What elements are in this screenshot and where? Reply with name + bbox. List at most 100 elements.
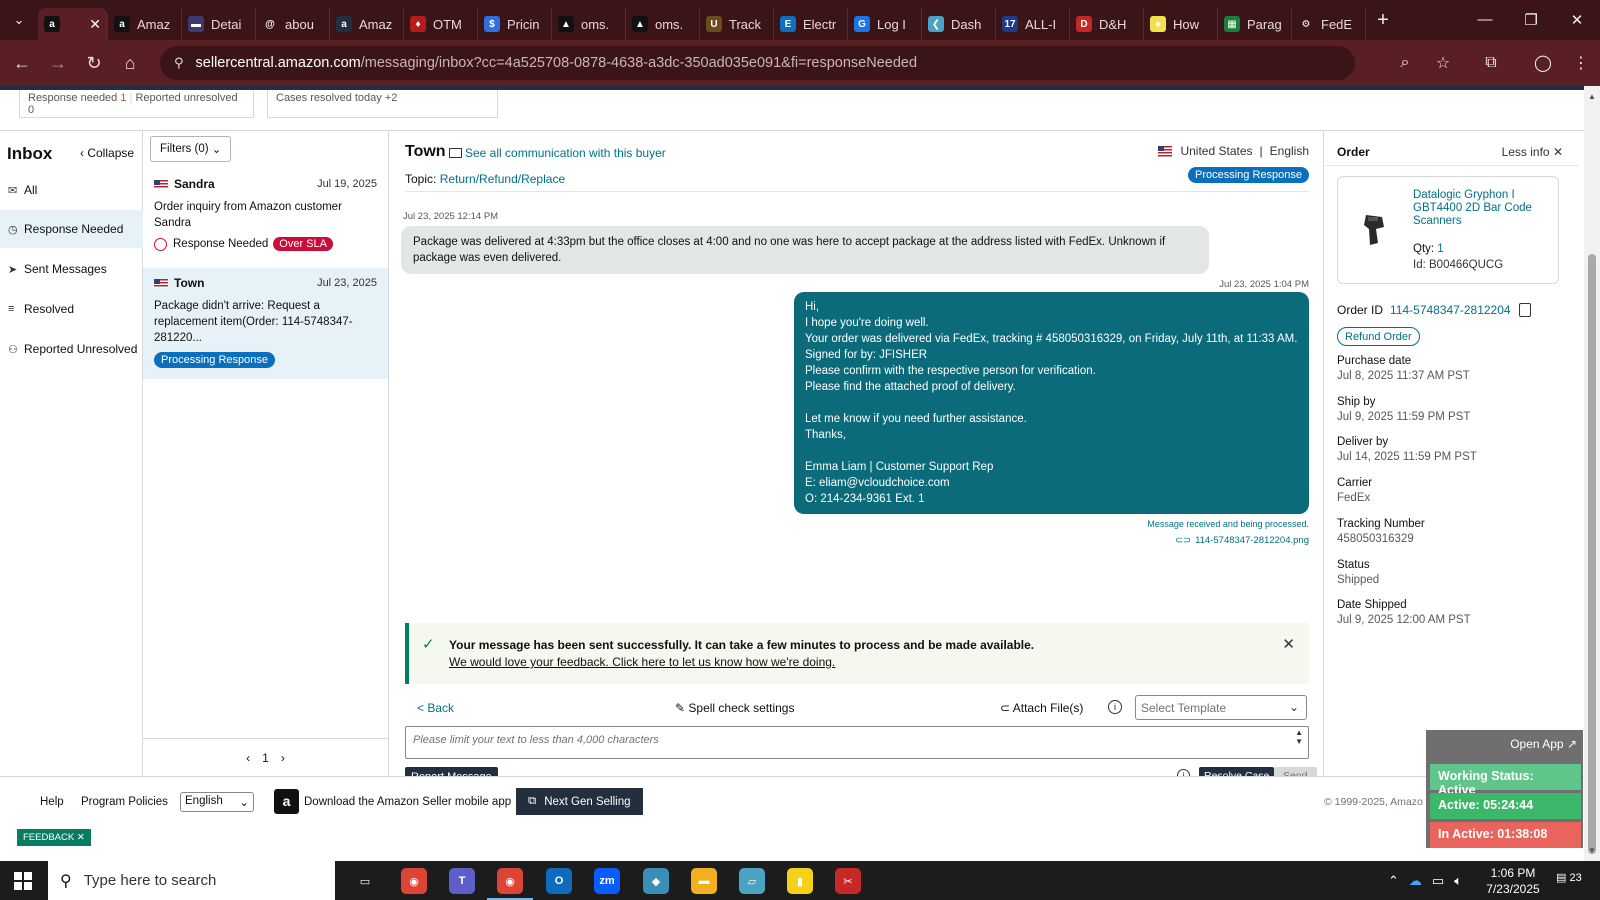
browser-tab[interactable]: a Amaz <box>108 8 182 40</box>
browser-tab[interactable]: $ Pricin <box>478 8 552 40</box>
browser-tab[interactable]: ▲ oms. <box>552 8 626 40</box>
more-menu-icon[interactable]: ⋮ <box>1562 53 1600 73</box>
close-tab-icon[interactable]: ✕ <box>89 16 101 33</box>
back-link[interactable]: < Back <box>417 701 454 715</box>
info-icon[interactable]: i <box>1108 700 1122 714</box>
browser-tab[interactable]: ⚙ FedE <box>1292 8 1366 40</box>
zoom-icon[interactable]: ⌕ <box>1386 54 1424 72</box>
program-policies-link[interactable]: Program Policies <box>81 796 168 808</box>
forward-icon[interactable]: → <box>40 53 76 74</box>
bookmark-star-icon[interactable]: ☆ <box>1424 53 1462 73</box>
chevron-up-icon[interactable]: ⌃ <box>1388 873 1399 889</box>
template-select[interactable]: Select Template ⌄ <box>1135 695 1307 720</box>
browser-tab[interactable]: 17 ALL-I <box>996 8 1070 40</box>
message-textarea[interactable]: Please limit your text to less than 4,00… <box>405 726 1309 759</box>
browser-tab[interactable]: a ✕ <box>38 8 108 40</box>
page-scrollbar[interactable]: ▲ ▼ <box>1584 86 1600 861</box>
message-line: O: 214-234-9361 Ext. 1 <box>805 493 925 505</box>
working-status-widget: Open App ↗ Working Status: Active Active… <box>1426 730 1583 848</box>
zoom-icon[interactable]: zm <box>594 868 620 894</box>
product-name-link[interactable]: Datalogic Gryphon I GBT4400 2D Bar Code … <box>1413 189 1553 228</box>
order-id-link[interactable]: 114-5748347-2812204 <box>1390 303 1511 317</box>
browser-tab[interactable]: a Amaz <box>330 8 404 40</box>
restore-icon[interactable]: ❐ <box>1508 11 1554 29</box>
refund-order-button[interactable]: Refund Order <box>1337 327 1420 346</box>
order-panel-divider <box>1325 165 1578 166</box>
open-app-button[interactable]: Open App ↗ <box>1510 737 1577 751</box>
outlook-icon[interactable]: O <box>546 868 572 894</box>
site-info-icon[interactable]: ⚲ <box>174 55 184 71</box>
pagination: ‹ 1 › <box>143 738 388 776</box>
onedrive-icon[interactable]: ☁ <box>1409 873 1422 889</box>
taskbar-search-input[interactable]: ⚲ Type here to search <box>48 861 335 900</box>
see-all-communication-link[interactable]: See all communication with this buyer <box>449 146 666 160</box>
notes-icon[interactable]: ▱ <box>739 868 765 894</box>
profile-icon[interactable]: ◯ <box>1524 53 1562 73</box>
close-window-icon[interactable]: ✕ <box>1554 11 1600 29</box>
browser-tab[interactable]: D D&H <box>1070 8 1144 40</box>
feedback-link[interactable]: We would love your feedback. Click here … <box>449 655 835 669</box>
browser-tab[interactable]: ▬ Detai <box>182 8 256 40</box>
browser-tab[interactable]: G Log I <box>848 8 922 40</box>
collapse-button[interactable]: ‹ Collapse <box>80 146 134 160</box>
file-explorer-icon[interactable]: ▬ <box>691 868 717 894</box>
snip-icon[interactable]: ✂ <box>835 868 861 894</box>
browser-tab[interactable]: ▦ Parag <box>1218 8 1292 40</box>
notifications-icon[interactable]: ▤ 23 <box>1556 871 1582 884</box>
back-icon[interactable]: ← <box>4 53 40 74</box>
sidebar-item-label: Sent Messages <box>24 262 107 276</box>
conversation-item-sandra[interactable]: Sandra Jul 19, 2025 Order inquiry from A… <box>143 169 388 267</box>
topic-value[interactable]: Return/Refund/Replace <box>440 172 565 186</box>
us-flag-icon <box>154 179 168 189</box>
conversation-item-town[interactable]: Town Jul 23, 2025 Package didn't arrive:… <box>143 268 388 379</box>
browser-tab[interactable]: E Electr <box>774 8 848 40</box>
sidebar-item-sent-messages[interactable]: ➤ Sent Messages <box>0 250 143 288</box>
windows-start-icon[interactable] <box>14 872 32 890</box>
close-alert-icon[interactable]: ✕ <box>1282 635 1295 653</box>
less-info-button[interactable]: Less info ✕ <box>1502 145 1563 159</box>
scrollbar-thumb[interactable] <box>1588 254 1596 854</box>
teams-icon[interactable]: T <box>449 868 475 894</box>
new-tab-button[interactable]: + <box>1366 9 1400 32</box>
browser-tab[interactable]: ❮ Dash <box>922 8 996 40</box>
copy-icon[interactable] <box>1518 303 1531 317</box>
message-line: Your order was delivered via FedEx, trac… <box>805 333 1298 345</box>
extensions-icon[interactable]: ⧉ <box>1472 54 1510 72</box>
taskbar-clock[interactable]: 1:06 PM 7/23/2025 <box>1484 865 1542 897</box>
browser-tab[interactable]: ● How <box>1144 8 1218 40</box>
volume-icon[interactable]: 🔈︎ <box>1454 873 1462 889</box>
next-page-icon[interactable]: › <box>281 751 285 765</box>
network-icon[interactable]: ▭ <box>1432 873 1444 889</box>
prev-page-icon[interactable]: ‹ <box>246 751 250 765</box>
next-gen-selling-button[interactable]: ⧉ Next Gen Selling <box>516 788 643 815</box>
sidebar-item-all[interactable]: ✉ All <box>0 171 143 209</box>
language-select[interactable]: English ⌄ <box>180 792 254 812</box>
sidebar-item-resolved[interactable]: ≡ Resolved <box>0 290 143 328</box>
help-link[interactable]: Help <box>40 796 64 808</box>
attach-files-button[interactable]: ⊂ Attach File(s) <box>1000 701 1083 715</box>
tab-search-icon[interactable]: ⌄ <box>0 0 38 40</box>
browser-tab[interactable]: ♦ OTM <box>404 8 478 40</box>
sticky-notes-icon[interactable]: ▮ <box>787 868 813 894</box>
sidebar-item-reported-unresolved[interactable]: ⚇ Reported Unresolved <box>0 330 143 368</box>
filters-button[interactable]: Filters (0) ⌄ <box>150 136 232 162</box>
minimize-icon[interactable]: — <box>1462 11 1508 29</box>
chrome-icon[interactable]: ◉ <box>401 868 427 894</box>
url-input[interactable]: ⚲ sellercentral.amazon.com/messaging/inb… <box>160 46 1355 80</box>
task-view-icon[interactable]: ▭ <box>352 868 378 894</box>
sidebar-item-response-needed[interactable]: ◷ Response Needed <box>0 210 143 248</box>
scroll-down-icon[interactable]: ▼ <box>1588 846 1596 855</box>
browser-tab[interactable]: U Track <box>700 8 774 40</box>
browser-tab[interactable]: ▲ oms. <box>626 8 700 40</box>
feedback-button[interactable]: FEEDBACK ✕ <box>17 829 91 846</box>
spell-check-button[interactable]: ✎ Spell check settings <box>675 701 794 715</box>
app-diamond-icon[interactable]: ◆ <box>643 868 669 894</box>
home-icon[interactable]: ⌂ <box>112 53 148 74</box>
browser-tab[interactable]: @ abou <box>256 8 330 40</box>
chrome-profile-icon[interactable]: ◉ <box>487 868 533 900</box>
reload-icon[interactable]: ↻ <box>76 53 112 74</box>
dh-icon: D <box>1076 16 1092 32</box>
scroll-up-icon[interactable]: ▲ <box>1588 92 1596 101</box>
download-app-link[interactable]: Download the Amazon Seller mobile app <box>304 796 511 808</box>
attachment-link[interactable]: ⊂⊃ 114-5748347-2812204.png <box>1175 535 1309 546</box>
